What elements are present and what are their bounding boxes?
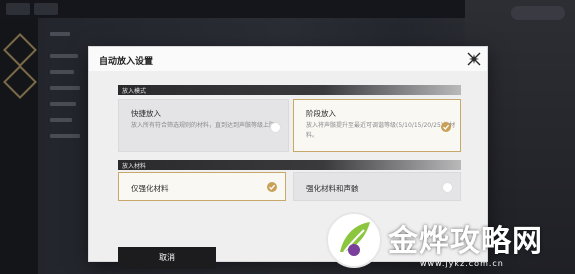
checkmark-icon: [267, 182, 277, 192]
background-pill: [511, 6, 565, 20]
section-header-material: 放入材料: [118, 160, 461, 170]
radio-unchecked-icon: [442, 182, 453, 193]
watermark: 金烨攻略网 www.jykz.com.cn: [322, 208, 572, 272]
watermark-url: www.jykz.com.cn: [420, 259, 504, 268]
option-stage-insert[interactable]: 阶段放入 放入将声骸提升至最近可调谐等级(5/10/15/20/25)的材料。: [293, 99, 461, 152]
section-label: 放入材料: [122, 163, 147, 170]
option-title: 仅强化材料: [131, 184, 169, 193]
option-quick-insert[interactable]: 快捷放入 放入所有符合筛选规则的材料，直到达到声骸等级上限。: [118, 99, 289, 152]
option-title: 阶段放入: [306, 109, 336, 118]
close-icon[interactable]: [465, 50, 483, 68]
watermark-logo-icon: [326, 212, 382, 268]
background-tab: [6, 3, 30, 15]
background-row: [50, 32, 70, 36]
checkmark-icon: [441, 122, 451, 132]
background-icon: [3, 33, 37, 67]
background-row: [50, 102, 76, 106]
dialog-header: 自动放入设置: [89, 47, 487, 71]
option-description: 放入所有符合筛选规则的材料，直到达到声骸等级上限。: [131, 122, 282, 129]
watermark-text: 金烨攻略网: [388, 224, 543, 259]
background-sidebar: [0, 18, 38, 274]
section-label: 放入模式: [122, 88, 147, 95]
option-enhance-materials-only[interactable]: 仅强化材料: [118, 172, 286, 201]
background-row: [50, 70, 74, 74]
option-description: 放入将声骸提升至最近可调谐等级(5/10/15/20/25)的材料。: [306, 122, 456, 139]
option-materials-and-echoes[interactable]: 强化材料和声骸: [293, 172, 461, 201]
dialog-title: 自动放入设置: [99, 57, 154, 67]
background-row: [50, 118, 72, 122]
option-title: 快捷放入: [131, 109, 161, 118]
background-icon: [3, 65, 37, 99]
option-title: 强化材料和声骸: [306, 184, 359, 193]
background-tab: [34, 3, 58, 15]
background-row: [50, 54, 78, 58]
background-row: [50, 134, 80, 138]
radio-unchecked-icon: [270, 122, 281, 133]
section-header-mode: 放入模式: [118, 85, 461, 95]
background-row: [50, 86, 80, 90]
cancel-button[interactable]: 取消: [118, 247, 216, 269]
